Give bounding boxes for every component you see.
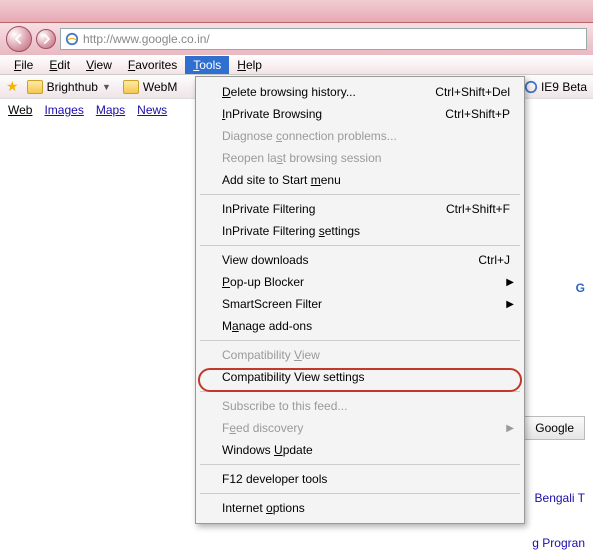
nav-link-web[interactable]: Web — [8, 103, 32, 117]
menu-item-label: InPrivate Filtering — [222, 202, 315, 216]
menu-item-windows-update[interactable]: Windows Update — [198, 439, 522, 461]
fav-brighthub[interactable]: Brighthub ▼ — [23, 80, 115, 94]
fav-label: IE9 Beta — [541, 80, 587, 94]
folder-icon — [27, 80, 43, 94]
menu-item-label: SmartScreen Filter — [222, 297, 322, 311]
menu-favorites[interactable]: Favorites — [120, 56, 185, 74]
menu-item-label: Compatibility View — [222, 348, 320, 362]
menu-file[interactable]: File — [6, 56, 41, 74]
menu-item-label: Pop-up Blocker — [222, 275, 304, 289]
menu-item-label: View downloads — [222, 253, 309, 267]
menu-item-smartscreen-filter[interactable]: SmartScreen Filter ▶ — [198, 293, 522, 315]
ie-icon — [65, 32, 79, 46]
menu-item-inprivate-browsing[interactable]: InPrivate Browsing Ctrl+Shift+P — [198, 103, 522, 125]
menu-item-label: Delete browsing history... — [222, 85, 356, 99]
menu-separator — [200, 245, 520, 246]
google-search-button[interactable]: Google — [524, 416, 585, 440]
menu-separator — [200, 340, 520, 341]
google-logo: G — [576, 221, 585, 312]
submenu-arrow-icon: ▶ — [506, 423, 514, 434]
shortcut-label: Ctrl+Shift+F — [446, 202, 510, 216]
menu-item-manage-add-ons[interactable]: Manage add-ons — [198, 315, 522, 337]
menu-item-label: Subscribe to this feed... — [222, 399, 347, 413]
menu-item-label: Reopen last browsing session — [222, 151, 381, 165]
menu-item-label: Internet options — [222, 501, 305, 515]
tools-menu-dropdown: Delete browsing history... Ctrl+Shift+Del… — [195, 76, 525, 524]
nav-toolbar: http://www.google.co.in/ — [0, 23, 593, 55]
menu-item-inprivate-filtering[interactable]: InPrivate Filtering Ctrl+Shift+F — [198, 198, 522, 220]
menu-item-label: Manage add-ons — [222, 319, 312, 333]
fav-label: WebM — [143, 80, 177, 94]
shortcut-label: Ctrl+Shift+P — [445, 107, 510, 121]
shortcut-label: Ctrl+Shift+Del — [435, 85, 510, 99]
arrow-left-icon — [12, 32, 26, 46]
menu-item-add-site-to-start-menu[interactable]: Add site to Start menu — [198, 169, 522, 191]
nav-link-news[interactable]: News — [137, 103, 167, 117]
address-bar[interactable]: http://www.google.co.in/ — [60, 28, 587, 50]
menu-item-label: InPrivate Browsing — [222, 107, 322, 121]
url-text: http://www.google.co.in/ — [83, 32, 210, 46]
menu-bar: FileEditViewFavoritesToolsHelp — [0, 55, 593, 75]
fav-label: Brighthub — [47, 80, 98, 94]
menu-separator — [200, 493, 520, 494]
submenu-arrow-icon: ▶ — [506, 277, 514, 288]
menu-item-label: Compatibility View settings — [222, 370, 365, 384]
menu-item-delete-browsing-history[interactable]: Delete browsing history... Ctrl+Shift+Del — [198, 81, 522, 103]
menu-item-reopen-last-browsing-session: Reopen last browsing session — [198, 147, 522, 169]
fav-ie9beta[interactable]: IE9 Beta — [524, 80, 587, 94]
back-button[interactable] — [6, 26, 32, 52]
menu-item-compatibility-view-settings[interactable]: Compatibility View settings — [198, 366, 522, 388]
chevron-down-icon: ▼ — [102, 82, 111, 92]
menu-item-view-downloads[interactable]: View downloads Ctrl+J — [198, 249, 522, 271]
menu-item-inprivate-filtering-settings[interactable]: InPrivate Filtering settings — [198, 220, 522, 242]
menu-item-label: F12 developer tools — [222, 472, 327, 486]
menu-view[interactable]: View — [78, 56, 120, 74]
nav-link-maps[interactable]: Maps — [96, 103, 125, 117]
program-links[interactable]: g Progran — [532, 536, 585, 550]
menu-help[interactable]: Help — [229, 56, 270, 74]
menu-item-label: Feed discovery — [222, 421, 303, 435]
ie-icon — [524, 80, 538, 94]
submenu-arrow-icon: ▶ — [506, 299, 514, 310]
menu-item-label: Windows Update — [222, 443, 313, 457]
menu-item-subscribe-to-this-feed: Subscribe to this feed... — [198, 395, 522, 417]
menu-item-diagnose-connection-problems: Diagnose connection problems... — [198, 125, 522, 147]
menu-tools[interactable]: Tools — [185, 56, 229, 74]
menu-item-label: InPrivate Filtering settings — [222, 224, 360, 238]
url-input[interactable] — [214, 32, 582, 46]
menu-separator — [200, 464, 520, 465]
menu-separator — [200, 391, 520, 392]
menu-item-feed-discovery: Feed discovery ▶ — [198, 417, 522, 439]
menu-item-f12-developer-tools[interactable]: F12 developer tools — [198, 468, 522, 490]
tab-strip — [0, 0, 593, 23]
shortcut-label: Ctrl+J — [478, 253, 510, 267]
fav-webm[interactable]: WebM — [119, 80, 181, 94]
forward-button[interactable] — [36, 29, 56, 49]
menu-item-label: Add site to Start menu — [222, 173, 341, 187]
language-links[interactable]: Bengali T — [535, 491, 585, 505]
menu-item-internet-options[interactable]: Internet options — [198, 497, 522, 519]
menu-item-pop-up-blocker[interactable]: Pop-up Blocker ▶ — [198, 271, 522, 293]
logo-letter: G — [576, 281, 585, 295]
arrow-right-icon — [39, 32, 53, 46]
menu-item-label: Diagnose connection problems... — [222, 129, 397, 143]
nav-link-images[interactable]: Images — [44, 103, 83, 117]
menu-edit[interactable]: Edit — [41, 56, 78, 74]
menu-separator — [200, 194, 520, 195]
favorites-star-icon[interactable]: ★ — [6, 78, 19, 95]
menu-item-compatibility-view: Compatibility View — [198, 344, 522, 366]
folder-icon — [123, 80, 139, 94]
